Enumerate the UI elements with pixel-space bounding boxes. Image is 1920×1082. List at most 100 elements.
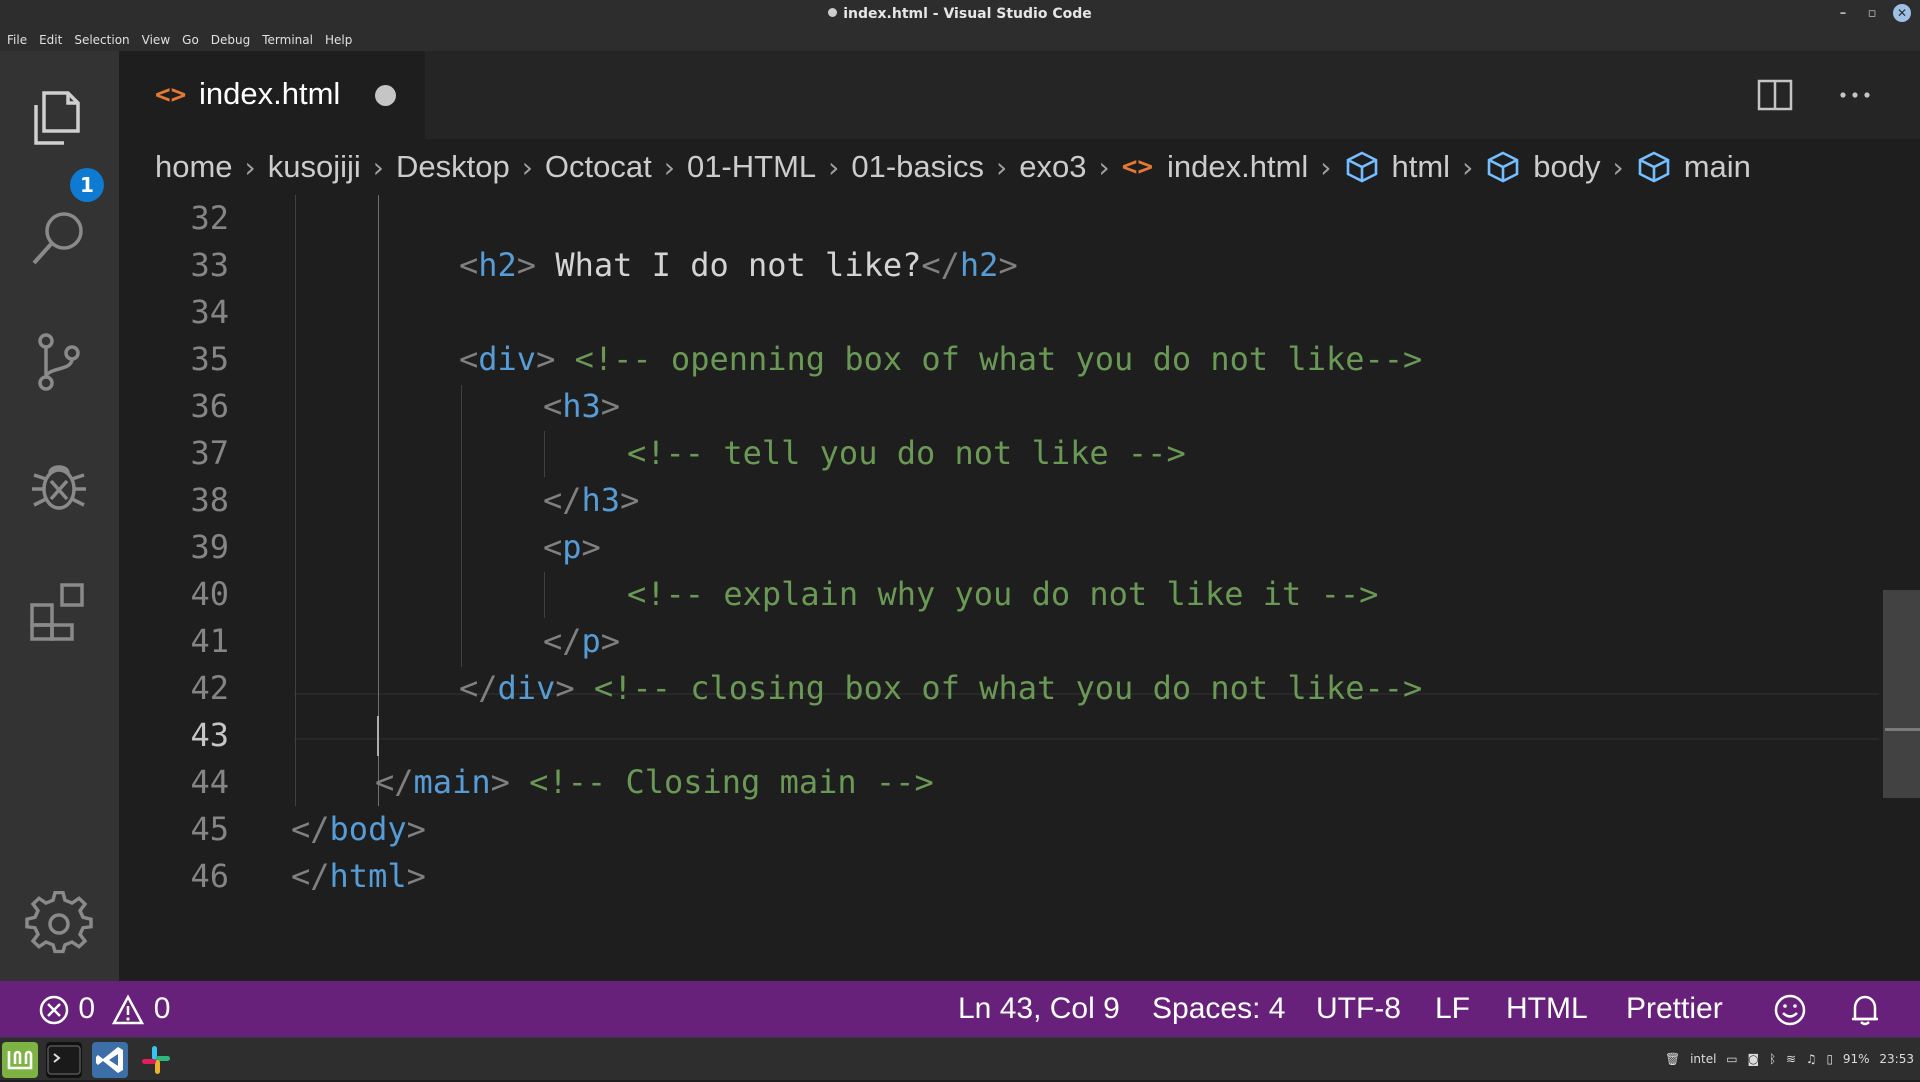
line-number: 38 xyxy=(190,481,229,519)
menu-terminal[interactable]: Terminal xyxy=(262,33,313,47)
text-cursor xyxy=(377,716,379,756)
language-mode[interactable]: HTML xyxy=(1506,981,1588,1037)
indent-guide xyxy=(544,431,545,477)
breadcrumb-symbol-body[interactable]: body xyxy=(1485,149,1601,185)
search-button[interactable] xyxy=(24,203,94,273)
breadcrumb-symbol-label: main xyxy=(1683,149,1751,184)
more-actions-button[interactable] xyxy=(1833,73,1877,117)
sound-icon[interactable]: ♫ xyxy=(1806,1052,1817,1066)
breadcrumb-octocat[interactable]: Octocat xyxy=(545,149,652,185)
menu-selection[interactable]: Selection xyxy=(74,33,129,47)
vertical-scrollbar-thumb[interactable] xyxy=(1883,590,1920,798)
breadcrumb-01-basics[interactable]: 01-basics xyxy=(851,149,984,185)
menu-view[interactable]: View xyxy=(142,33,170,47)
indentation-setting[interactable]: Spaces: 4 xyxy=(1152,981,1285,1037)
chevron-right-icon: › xyxy=(521,150,533,184)
code-line-37: <!-- tell you do not like --> xyxy=(627,434,1186,472)
line-number-gutter: 32 33 34 35 36 37 38 39 40 41 42 43 44 4… xyxy=(119,195,289,981)
mint-logo-icon xyxy=(7,1050,33,1070)
menu-go[interactable]: Go xyxy=(182,33,199,47)
manage-button[interactable] xyxy=(24,889,94,959)
code-line-40: <!-- explain why you do not like it --> xyxy=(627,575,1379,613)
clock[interactable]: 23:53 xyxy=(1879,1052,1914,1066)
vscode-app-icon[interactable] xyxy=(92,1042,128,1078)
code-editor[interactable]: 32 33 34 35 36 37 38 39 40 41 42 43 44 4… xyxy=(119,195,1920,981)
eol-setting[interactable]: LF xyxy=(1435,981,1470,1037)
menu-file[interactable]: File xyxy=(7,33,27,47)
breadcrumb-exo3[interactable]: exo3 xyxy=(1019,149,1086,185)
unsaved-dot-icon[interactable] xyxy=(375,85,396,106)
formatter-status[interactable]: Prettier xyxy=(1626,981,1723,1037)
explorer-button[interactable] xyxy=(24,81,94,151)
code-line-36: <h3> xyxy=(543,387,621,425)
split-editor-button[interactable] xyxy=(1753,73,1797,117)
line-number-active: 43 xyxy=(190,716,229,754)
chevron-right-icon: › xyxy=(828,150,840,184)
menu-help[interactable]: Help xyxy=(325,33,352,47)
camera-icon[interactable]: ◙ xyxy=(1747,1052,1759,1066)
breadcrumb-home[interactable]: home xyxy=(155,149,233,185)
problems-indicator[interactable]: 0 0 xyxy=(38,981,170,1037)
cursor-position[interactable]: Ln 43, Col 9 xyxy=(958,981,1120,1037)
feedback-button[interactable] xyxy=(1773,981,1807,1037)
line-number: 39 xyxy=(190,528,229,566)
intel-icon[interactable]: intel xyxy=(1690,1052,1716,1066)
line-number: 46 xyxy=(190,857,229,895)
extensions-button[interactable] xyxy=(24,575,94,645)
window-title-text: index.html - Visual Studio Code xyxy=(843,6,1092,22)
extensions-icon xyxy=(30,583,84,641)
symbol-cube-icon xyxy=(1638,151,1670,183)
notifications-button[interactable] xyxy=(1849,981,1881,1037)
code-line-46: </html> xyxy=(291,857,426,895)
mint-menu-icon[interactable] xyxy=(2,1042,38,1078)
encoding-setting[interactable]: UTF-8 xyxy=(1316,981,1401,1037)
trash-icon[interactable]: 🗑 xyxy=(1665,1052,1680,1066)
breadcrumb-kusojiji[interactable]: kusojiji xyxy=(268,149,361,185)
explorer-badge: 1 xyxy=(70,168,104,202)
breadcrumb-symbol-label: html xyxy=(1391,149,1451,184)
breadcrumb-symbol-main[interactable]: main xyxy=(1636,149,1751,185)
symbol-cube-icon xyxy=(1346,151,1377,183)
breadcrumb: home › kusojiji › Desktop › Octocat › 01… xyxy=(119,139,1920,195)
ellipsis-icon xyxy=(1840,92,1870,98)
display-icon[interactable]: ▭ xyxy=(1726,1052,1737,1066)
debug-icon xyxy=(32,465,86,510)
menu-bar: File Edit Selection View Go Debug Termin… xyxy=(0,29,1920,51)
vscode-logo-icon xyxy=(96,1047,123,1073)
indent-guide xyxy=(461,385,462,667)
menu-edit[interactable]: Edit xyxy=(39,33,62,47)
code-line-38: </h3> xyxy=(543,481,640,519)
menu-debug[interactable]: Debug xyxy=(211,33,250,47)
breadcrumb-desktop[interactable]: Desktop xyxy=(396,149,510,185)
status-bar: 0 0 Ln 43, Col 9 Spaces: 4 UTF-8 LF HTML… xyxy=(0,981,1920,1037)
debug-button[interactable] xyxy=(24,451,94,521)
battery-icon[interactable]: ▯ xyxy=(1826,1052,1833,1066)
gear-icon xyxy=(25,890,93,954)
tab-index-html[interactable]: <> index.html xyxy=(119,51,425,139)
wifi-icon[interactable]: ≋ xyxy=(1786,1052,1796,1066)
code-line-44: </main> <!-- Closing main --> xyxy=(375,763,934,801)
source-control-button[interactable] xyxy=(24,327,94,397)
error-count: 0 xyxy=(78,992,96,1025)
chevron-right-icon: › xyxy=(244,150,256,184)
terminal-app-icon[interactable] xyxy=(46,1042,82,1078)
breadcrumb-symbol-html[interactable]: html xyxy=(1344,149,1451,185)
line-number: 33 xyxy=(190,246,229,284)
html-file-icon: <> xyxy=(1121,152,1153,182)
warning-icon xyxy=(112,994,145,1025)
maximize-button[interactable]: ▫ xyxy=(1862,4,1882,24)
slack-app-icon[interactable] xyxy=(138,1042,174,1078)
close-button[interactable]: ✕ xyxy=(1893,4,1911,22)
breadcrumb-01-html[interactable]: 01-HTML xyxy=(687,149,816,185)
symbol-cube-icon xyxy=(1487,151,1519,183)
overview-ruler-cursor-mark xyxy=(1885,728,1920,731)
breadcrumb-file[interactable]: <> index.html xyxy=(1122,149,1309,185)
indent-guide-active xyxy=(378,195,379,806)
source-control-icon xyxy=(38,333,80,391)
files-icon xyxy=(34,91,80,145)
breadcrumb-symbol-label: body xyxy=(1533,149,1601,184)
minimize-button[interactable]: – xyxy=(1833,4,1853,24)
code-line-39: <p> xyxy=(543,528,601,566)
bluetooth-icon[interactable]: ᛒ xyxy=(1769,1052,1776,1066)
breadcrumb-file-label: index.html xyxy=(1167,149,1309,184)
